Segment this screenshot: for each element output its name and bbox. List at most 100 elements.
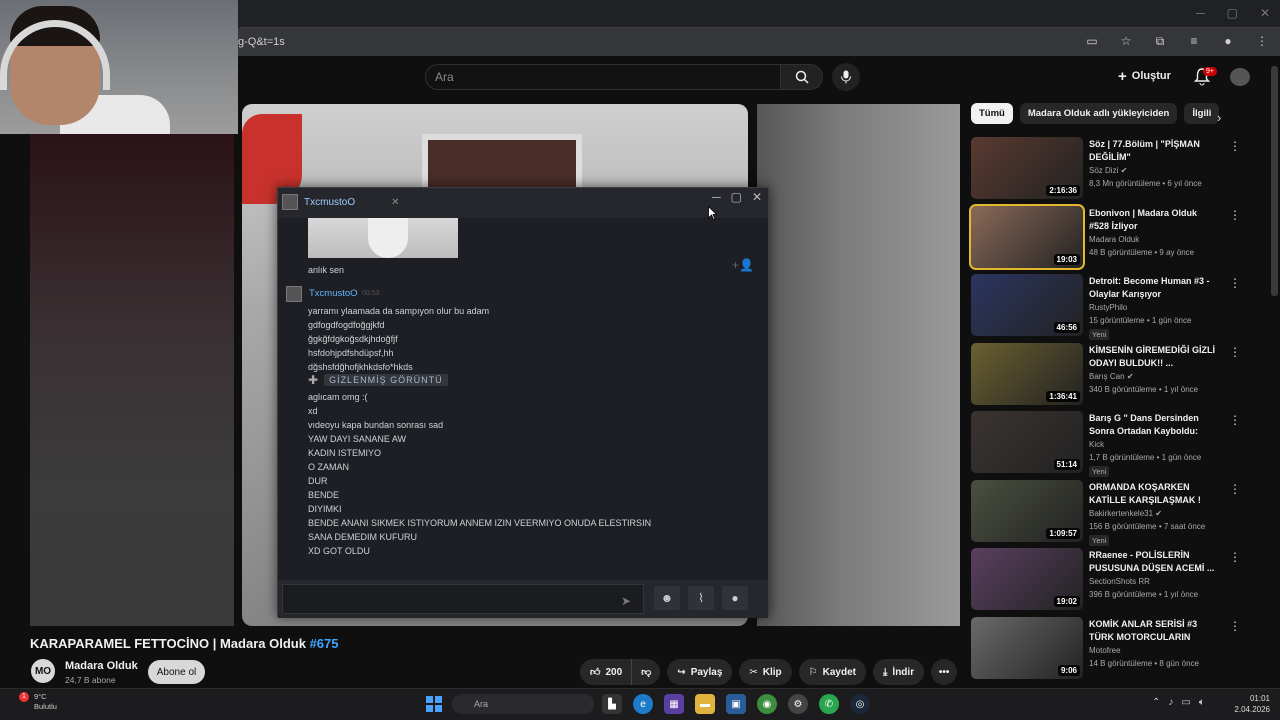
chevron-up-icon[interactable]: ⌃ bbox=[1152, 697, 1160, 708]
chat-titlebar[interactable]: TxcmustoO ✕ ─ ▢ ✕ bbox=[278, 188, 768, 218]
recommendation-title[interactable]: Detroit: Become Human #3 - Olaylar Karış… bbox=[1089, 275, 1219, 301]
steam-icon[interactable]: ◎ bbox=[850, 694, 870, 714]
search-input[interactable]: Ara bbox=[425, 64, 781, 90]
channel-name[interactable]: Madara Olduk bbox=[65, 660, 138, 672]
bookmark-star-icon[interactable]: ☆ bbox=[1118, 33, 1134, 49]
hidden-image-tag[interactable]: ✚ GİZLENMİŞ GÖRÜNTÜ bbox=[308, 373, 448, 387]
recommendation-title[interactable]: Ebonivon | Madara Olduk #528 İzliyor bbox=[1089, 207, 1219, 233]
page-scrollbar[interactable] bbox=[1271, 66, 1278, 296]
volume-icon[interactable]: 🔈︎ bbox=[1199, 697, 1205, 708]
create-button[interactable]: + Oluştur bbox=[1118, 66, 1171, 86]
explorer-icon[interactable]: ▬ bbox=[695, 694, 715, 714]
taskbar-app-icon[interactable]: ▙ bbox=[602, 694, 622, 714]
dislike-button[interactable]: 👎︎ bbox=[631, 659, 661, 685]
recommendation-item[interactable]: 2:16:36 Söz | 77.Bölüm | "PİŞMAN DEĞİLİM"… bbox=[971, 137, 1246, 205]
recommendation-title[interactable]: Söz | 77.Bölüm | "PİŞMAN DEĞİLİM" bbox=[1089, 138, 1219, 164]
recommendation-channel[interactable]: Kick bbox=[1089, 440, 1104, 449]
video-hashtag[interactable]: #675 bbox=[310, 636, 339, 651]
more-vertical-icon[interactable]: ⋮ bbox=[1229, 413, 1241, 427]
recommendation-title[interactable]: ORMANDA KOŞARKEN KATİLLE KARŞILAŞMAK ! T… bbox=[1089, 481, 1219, 508]
recommendation-title[interactable]: Barış G " Dans Dersinden Sonra Ortadan K… bbox=[1089, 412, 1219, 439]
recommendation-channel[interactable]: Motofree bbox=[1089, 646, 1121, 655]
more-vertical-icon[interactable]: ⋮ bbox=[1229, 345, 1241, 359]
maximize-icon[interactable]: ▢ bbox=[1227, 6, 1238, 20]
voice-search-button[interactable] bbox=[832, 63, 860, 91]
more-vertical-icon[interactable]: ⋮ bbox=[1229, 276, 1241, 290]
weather-widget[interactable]: 9°C Bulutlu bbox=[34, 692, 57, 712]
video-thumbnail[interactable]: 19:02 bbox=[971, 548, 1083, 610]
taskbar-search-input[interactable]: Ara bbox=[452, 694, 594, 714]
recommendation-title[interactable]: KOMİK ANLAR SERİSİ #3 TÜRK MOTORCULARIN … bbox=[1089, 618, 1219, 645]
chat-close-icon[interactable]: ✕ bbox=[752, 190, 762, 204]
like-button[interactable]: 👍︎ 200 bbox=[580, 659, 632, 685]
network-icon[interactable]: ▭ bbox=[1181, 697, 1190, 708]
url-text[interactable]: g-Q&t=1s bbox=[238, 36, 285, 48]
recommendation-title[interactable]: RRaenee - POLİSLERİN PUSUSUNA DÜŞEN ACEM… bbox=[1089, 549, 1219, 575]
app-icon[interactable]: ▣ bbox=[726, 694, 746, 714]
chat-minimize-icon[interactable]: ─ bbox=[712, 190, 721, 204]
video-thumbnail[interactable]: 19:03 bbox=[969, 203, 1085, 270]
recommendation-item[interactable]: 9:06 KOMİK ANLAR SERİSİ #3 TÜRK MOTORCULA… bbox=[971, 616, 1246, 685]
account-avatar[interactable] bbox=[1230, 68, 1250, 86]
video-thumbnail[interactable]: 1:09:57 bbox=[971, 479, 1083, 542]
chat-messages[interactable]: anlık sen +👤 TxcmustoO 00:53 yarramı yla… bbox=[278, 218, 768, 578]
recommendation-channel[interactable]: Madara Olduk bbox=[1089, 235, 1139, 244]
video-thumbnail[interactable]: 51:14 bbox=[971, 411, 1083, 473]
share-button[interactable]: ↪ Paylaş bbox=[667, 659, 733, 685]
more-vertical-icon[interactable]: ⋮ bbox=[1229, 550, 1241, 564]
channel-avatar[interactable]: MO bbox=[31, 659, 55, 683]
save-button[interactable]: ⚐ Kaydet bbox=[798, 659, 866, 685]
cast-icon[interactable]: ▭ bbox=[1084, 33, 1100, 49]
send-icon[interactable]: ➤ bbox=[621, 594, 631, 608]
recommendation-item[interactable]: 1:09:57 ORMANDA KOŞARKEN KATİLLE KARŞILAŞ… bbox=[971, 479, 1246, 548]
more-vertical-icon[interactable]: ⋮ bbox=[1229, 619, 1241, 633]
chip-from-uploader[interactable]: Madara Olduk adlı yükleyiciden bbox=[1019, 103, 1178, 124]
minimize-icon[interactable]: ─ bbox=[1196, 6, 1205, 20]
recommendation-item[interactable]: 51:14 Barış G " Dans Dersinden Sonra Orta… bbox=[971, 411, 1246, 479]
chat-tab-close-icon[interactable]: ✕ bbox=[391, 197, 399, 208]
more-actions-button[interactable]: ••• bbox=[931, 659, 958, 685]
clip-button[interactable]: ✂ Klip bbox=[739, 659, 792, 685]
recommendation-channel[interactable]: Barış Can ✔ bbox=[1089, 372, 1134, 381]
chat-message-input[interactable]: ➤ bbox=[282, 584, 644, 614]
store-icon[interactable]: ▦ bbox=[664, 694, 684, 714]
chrome-icon[interactable]: ◉ bbox=[757, 694, 777, 714]
chip-all[interactable]: Tümü bbox=[971, 103, 1013, 124]
voice-icon[interactable]: ● bbox=[722, 586, 748, 610]
recommendation-item[interactable]: 46:56 Detroit: Become Human #3 - Olaylar … bbox=[971, 274, 1246, 342]
chevron-right-icon[interactable]: › bbox=[1217, 110, 1221, 125]
recommendation-item[interactable]: 19:02 RRaenee - POLİSLERİN PUSUSUNA DÜŞEN… bbox=[971, 548, 1246, 616]
more-vertical-icon[interactable]: ⋮ bbox=[1229, 208, 1241, 222]
media-icon[interactable]: ≡ bbox=[1186, 33, 1202, 49]
mic-tray-icon[interactable]: ♪ bbox=[1168, 697, 1173, 708]
subscribe-button[interactable]: Abone ol bbox=[148, 660, 205, 684]
whatsapp-icon[interactable]: ✆ bbox=[819, 694, 839, 714]
emoji-icon[interactable]: ☻ bbox=[654, 586, 680, 610]
menu-icon[interactable]: ⋮ bbox=[1254, 33, 1270, 49]
close-icon[interactable]: ✕ bbox=[1260, 6, 1270, 20]
search-button[interactable] bbox=[781, 64, 823, 90]
image-preview[interactable] bbox=[308, 218, 458, 258]
recommendation-channel[interactable]: Söz Dizi ✔ bbox=[1089, 166, 1127, 175]
chat-window[interactable]: TxcmustoO ✕ ─ ▢ ✕ anlık sen +👤 TxcmustoO… bbox=[277, 187, 769, 618]
sender-name[interactable]: TxcmustoO bbox=[309, 288, 358, 299]
video-thumbnail[interactable]: 46:56 bbox=[971, 274, 1083, 336]
video-thumbnail[interactable]: 1:36:41 bbox=[971, 342, 1083, 405]
sender-avatar[interactable] bbox=[286, 286, 302, 302]
chat-maximize-icon[interactable]: ▢ bbox=[731, 190, 742, 204]
video-thumbnail[interactable]: 2:16:36 bbox=[971, 137, 1083, 199]
windows-start-icon[interactable] bbox=[426, 696, 442, 712]
recommendation-channel[interactable]: SectionShots RR bbox=[1089, 577, 1150, 586]
more-vertical-icon[interactable]: ⋮ bbox=[1229, 139, 1241, 153]
attachment-icon[interactable]: ⌇ bbox=[688, 586, 714, 610]
download-button[interactable]: ⤓ İndir bbox=[873, 659, 925, 685]
recommendation-title[interactable]: KİMSENİN GİREMEDİĞİ GİZLİ ODAYI BULDUK!!… bbox=[1089, 344, 1219, 370]
video-thumbnail[interactable]: 9:06 bbox=[971, 616, 1083, 679]
extensions-icon[interactable]: ⧉ bbox=[1152, 33, 1168, 49]
profile-icon[interactable]: ● bbox=[1220, 33, 1236, 49]
recommendation-item[interactable]: 1:36:41 KİMSENİN GİREMEDİĞİ GİZLİ ODAYI B… bbox=[971, 342, 1246, 411]
recommendation-item[interactable]: 19:03 Ebonivon | Madara Olduk #528 İzliyo… bbox=[969, 203, 1246, 274]
recommendation-channel[interactable]: Bakirkertenkele31 ✔ bbox=[1089, 509, 1162, 518]
steam-app-icon[interactable]: ⚙ bbox=[788, 694, 808, 714]
recommendation-channel[interactable]: RustyPhilo bbox=[1089, 303, 1127, 312]
